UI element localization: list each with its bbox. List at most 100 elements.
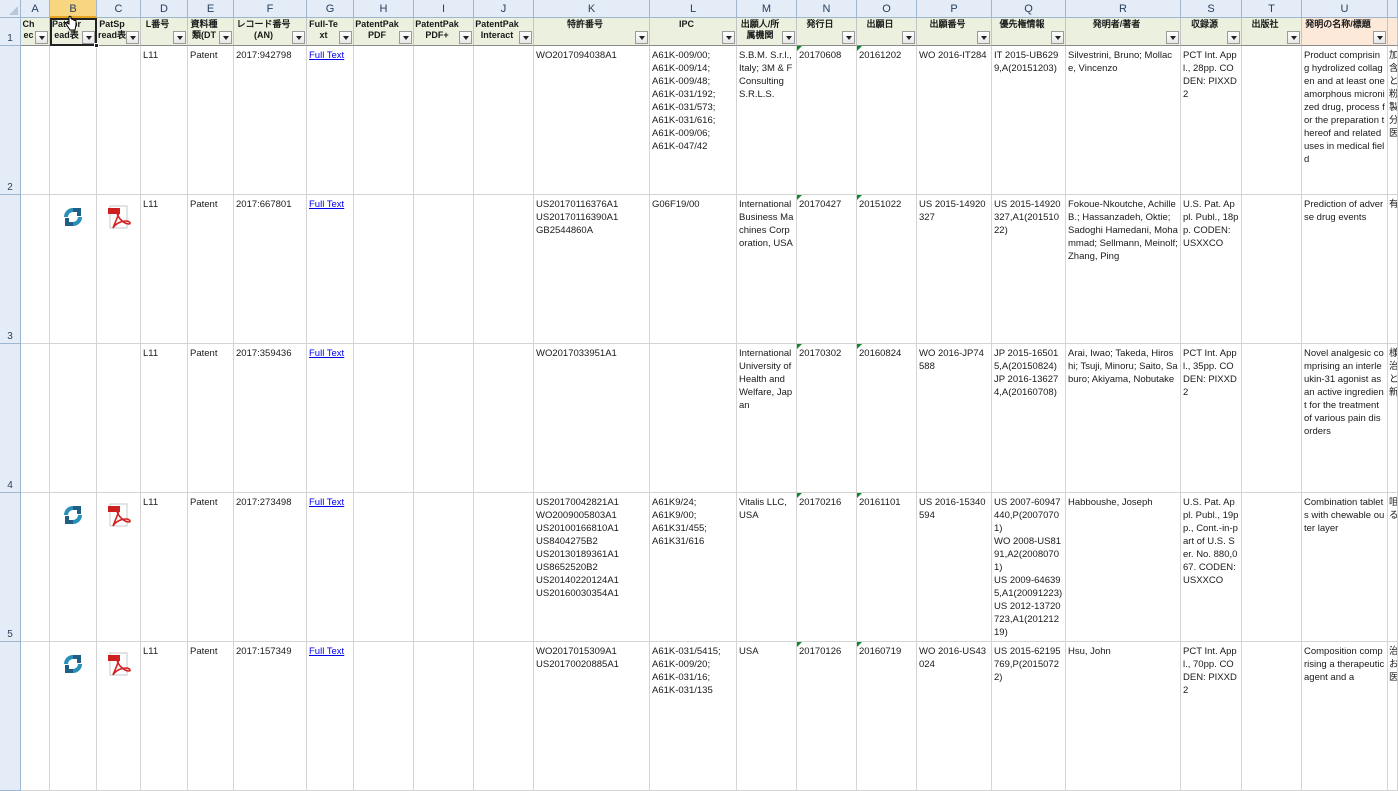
column-letter-d[interactable]: D xyxy=(141,0,188,18)
filter-dropdown-icon[interactable] xyxy=(722,31,735,44)
cell-a xyxy=(21,46,50,195)
header-cell-k[interactable]: 特許番号 xyxy=(534,18,650,46)
cell-e: Patent xyxy=(188,642,234,791)
filter-dropdown-icon[interactable] xyxy=(782,31,795,44)
full-text-link[interactable]: Full Text xyxy=(307,46,354,195)
header-cell-g[interactable]: Full-Text xyxy=(307,18,354,46)
column-letter-s[interactable]: S xyxy=(1181,0,1242,18)
selection-fill-handle[interactable] xyxy=(94,43,99,48)
patspread-logo-icon[interactable] xyxy=(60,651,86,677)
header-cell-h[interactable]: PatentPak PDF xyxy=(354,18,414,46)
cell-h xyxy=(354,195,414,344)
filter-dropdown-icon[interactable] xyxy=(902,31,915,44)
filter-dropdown-icon[interactable] xyxy=(399,31,412,44)
cell-o: 20160719 xyxy=(857,642,917,791)
row-number-1[interactable]: 1 xyxy=(0,18,21,46)
column-letter-g[interactable]: G xyxy=(307,0,354,18)
header-cell-f[interactable]: レコード番号(AN) xyxy=(234,18,307,46)
full-text-link[interactable]: Full Text xyxy=(307,344,354,493)
filter-dropdown-icon[interactable] xyxy=(1051,31,1064,44)
row-number-4[interactable]: 4 xyxy=(0,344,21,493)
header-cell-m[interactable]: 出願人/所属機関 xyxy=(737,18,797,46)
cell-s: U.S. Pat. Appl. Publ., 19pp., Cont.-in-p… xyxy=(1181,493,1242,642)
header-cell-t[interactable]: 出版社 xyxy=(1242,18,1302,46)
row-number-label: 5 xyxy=(7,629,13,640)
column-letter-e[interactable]: E xyxy=(188,0,234,18)
column-letter-c[interactable]: C xyxy=(97,0,141,18)
filter-dropdown-icon[interactable] xyxy=(219,31,232,44)
column-letter-m[interactable]: M xyxy=(737,0,797,18)
header-cell-a[interactable]: Chec xyxy=(21,18,50,46)
filter-dropdown-icon[interactable] xyxy=(1227,31,1240,44)
header-cell-i[interactable]: PatentPak PDF+ xyxy=(414,18,474,46)
header-cell-r[interactable]: 発明者/著者 xyxy=(1066,18,1181,46)
cell-o: 20161101 xyxy=(857,493,917,642)
pdf-icon[interactable] xyxy=(107,652,131,678)
patspread-logo-icon[interactable] xyxy=(60,204,86,230)
cell-f: 2017:942798 xyxy=(234,46,307,195)
column-letter-p[interactable]: P xyxy=(917,0,992,18)
column-letter-a[interactable]: A xyxy=(21,0,50,18)
row-number-5[interactable]: 5 xyxy=(0,493,21,642)
column-letter-r[interactable]: R xyxy=(1066,0,1181,18)
cell-n: 20170216 xyxy=(797,493,857,642)
pdf-icon[interactable] xyxy=(107,503,131,529)
header-cell-l[interactable]: IPC xyxy=(650,18,737,46)
cell-b xyxy=(50,344,97,493)
header-label: PatSpread表 xyxy=(98,19,127,40)
filter-dropdown-icon[interactable] xyxy=(292,31,305,44)
row-number-3[interactable]: 3 xyxy=(0,195,21,344)
cell-f: 2017:359436 xyxy=(234,344,307,493)
column-letter-t[interactable]: T xyxy=(1242,0,1302,18)
header-cell-q[interactable]: 優先権情報 xyxy=(992,18,1066,46)
filter-dropdown-icon[interactable] xyxy=(339,31,352,44)
column-letter-l[interactable]: L xyxy=(650,0,737,18)
column-letter-i[interactable]: I xyxy=(414,0,474,18)
header-cell-o[interactable]: 出願日 xyxy=(857,18,917,46)
column-letter-q[interactable]: Q xyxy=(992,0,1066,18)
column-letter-h[interactable]: H xyxy=(354,0,414,18)
filter-dropdown-icon[interactable] xyxy=(1373,31,1386,44)
filter-dropdown-icon[interactable] xyxy=(1166,31,1179,44)
column-letter-f[interactable]: F xyxy=(234,0,307,18)
header-cell-j[interactable]: PatentPak Interact xyxy=(474,18,534,46)
cell-p: WO 2016-US43024 xyxy=(917,642,992,791)
header-cell-d[interactable]: L番号 xyxy=(141,18,188,46)
filter-dropdown-icon[interactable] xyxy=(173,31,186,44)
filter-dropdown-icon[interactable] xyxy=(519,31,532,44)
filter-dropdown-icon[interactable] xyxy=(635,31,648,44)
pdf-icon[interactable] xyxy=(107,205,131,231)
header-cell-s[interactable]: 収録源 xyxy=(1181,18,1242,46)
column-letter-j[interactable]: J xyxy=(474,0,534,18)
column-letter-v[interactable] xyxy=(1388,0,1398,18)
filter-dropdown-icon[interactable] xyxy=(126,31,139,44)
filter-dropdown-icon[interactable] xyxy=(459,31,472,44)
column-letter-k[interactable]: K xyxy=(534,0,650,18)
cell-t xyxy=(1242,642,1302,791)
cell-k: US20170116376A1 US20170116390A1 GB254486… xyxy=(534,195,650,344)
filter-dropdown-icon[interactable] xyxy=(842,31,855,44)
cell-h xyxy=(354,344,414,493)
header-cell-e[interactable]: 資料種類(DT xyxy=(188,18,234,46)
cell-v: 咀 る xyxy=(1388,493,1398,642)
column-letter-n[interactable]: N xyxy=(797,0,857,18)
patspread-logo-icon[interactable] xyxy=(60,502,86,528)
full-text-link[interactable]: Full Text xyxy=(307,642,354,791)
header-cell-p[interactable]: 出願番号 xyxy=(917,18,992,46)
row-number-undefined[interactable] xyxy=(0,642,21,791)
header-label: 出願番号 xyxy=(929,19,966,29)
row-number-2[interactable]: 2 xyxy=(0,46,21,195)
column-letter-o[interactable]: O xyxy=(857,0,917,18)
header-cell-n[interactable]: 発行日 xyxy=(797,18,857,46)
filter-dropdown-icon[interactable] xyxy=(35,31,48,44)
full-text-link[interactable]: Full Text xyxy=(307,493,354,642)
cell-i xyxy=(414,642,474,791)
header-cell-u[interactable]: 発明の名称/標題 xyxy=(1302,18,1388,46)
header-cell-v[interactable] xyxy=(1388,18,1398,46)
filter-dropdown-icon[interactable] xyxy=(1287,31,1300,44)
header-cell-c[interactable]: PatSpread表 xyxy=(97,18,141,46)
select-all-corner[interactable] xyxy=(0,0,21,18)
filter-dropdown-icon[interactable] xyxy=(977,31,990,44)
full-text-link[interactable]: Full Text xyxy=(307,195,354,344)
column-letter-u[interactable]: U xyxy=(1302,0,1388,18)
